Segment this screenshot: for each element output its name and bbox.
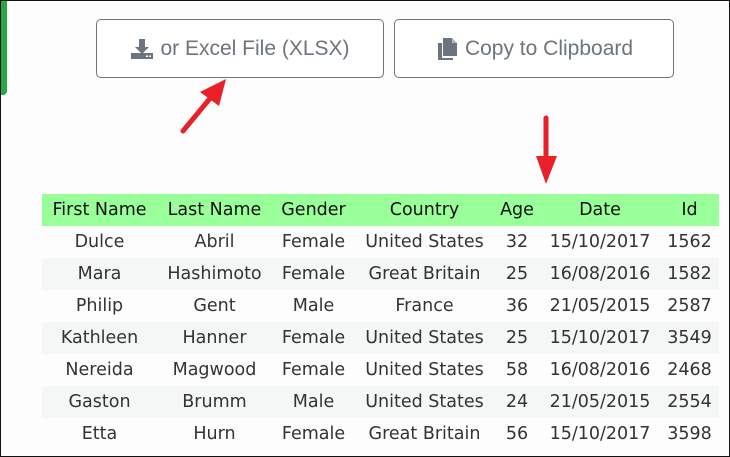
column-header[interactable]: Country <box>355 194 494 226</box>
column-header[interactable]: Last Name <box>157 194 272 226</box>
column-header[interactable]: Date <box>540 194 660 226</box>
table-row: Mara Hashimoto Female Great Britain 25 16/08/… <box>42 258 719 290</box>
table-cell: Brumm <box>157 386 272 418</box>
column-header[interactable]: Gender <box>272 194 355 226</box>
table-cell: Magwood <box>172 360 257 380</box>
table-cell: 2587 <box>667 296 712 316</box>
table-cell: Female <box>281 424 346 444</box>
table-cell: Gaston <box>42 386 157 418</box>
column-header[interactable]: Age <box>494 194 540 226</box>
table-cell: 2554 <box>660 386 719 418</box>
table-row: Philip Gent Male France 36 21/05/2015 2587 <box>42 290 719 322</box>
table-row: Etta Hurn Female Great Britain 56 15/10/2017 3… <box>42 418 719 450</box>
table-cell: Mara <box>42 258 157 290</box>
table-cell: Dulce <box>74 232 125 252</box>
table-cell: Abril <box>194 232 235 252</box>
table-cell: 58 <box>505 360 529 380</box>
table-cell: 3598 <box>667 424 712 444</box>
data-table: First Name Last Name Gender Country Age Date I… <box>42 194 719 450</box>
table-cell: 15/10/2017 <box>540 322 660 354</box>
table-cell: Male <box>272 386 355 418</box>
table-cell: Great Britain <box>355 258 494 290</box>
table-cell: 3549 <box>660 322 719 354</box>
table-cell: Great Britain <box>368 424 481 444</box>
table-cell: Kathleen <box>42 322 157 354</box>
table-row: Nereida Magwood Female United States 58 16/08… <box>42 354 719 386</box>
table-cell: 15/10/2017 <box>549 232 651 252</box>
table-cell: United States <box>365 360 484 380</box>
table-cell: Nereida <box>65 360 134 380</box>
table-cell: 16/08/2016 <box>540 258 660 290</box>
table-cell: United States <box>365 232 484 252</box>
table-cell: 36 <box>505 296 529 316</box>
table-cell: 1582 <box>660 258 719 290</box>
table-cell: 25 <box>494 322 540 354</box>
column-header[interactable]: Id <box>660 194 719 226</box>
table-row: Kathleen Hanner Female United States 25 15/10… <box>42 322 719 354</box>
table-cell: 16/08/2016 <box>549 360 651 380</box>
table-cell: Female <box>272 322 355 354</box>
table-cell: 56 <box>505 424 529 444</box>
table-cell: Hurn <box>193 424 236 444</box>
arrow-to-table <box>536 115 557 184</box>
table-cell: France <box>395 296 454 316</box>
table-cell: Hashimoto <box>157 258 272 290</box>
table-cell: Female <box>281 360 346 380</box>
table-cell: 24 <box>494 386 540 418</box>
table-row: Dulce Abril Female United States 32 15/10/201… <box>42 226 719 258</box>
table-cell: 32 <box>505 232 529 252</box>
table-cell: Female <box>272 258 355 290</box>
table-cell: Gent <box>193 296 236 316</box>
table-cell: Male <box>292 296 335 316</box>
table-cell: United States <box>355 386 494 418</box>
table-row: Gaston Brumm Male United States 24 21/05/2015… <box>42 386 719 418</box>
arrow-to-excel-button <box>180 79 226 134</box>
table-cell: United States <box>355 322 494 354</box>
table-cell: 21/05/2015 <box>549 296 651 316</box>
table-cell: 21/05/2015 <box>540 386 660 418</box>
table-cell: Philip <box>75 296 124 316</box>
table-cell: 1562 <box>667 232 712 252</box>
table-cell: Female <box>281 232 346 252</box>
table-cell: Hanner <box>157 322 272 354</box>
column-header[interactable]: First Name <box>42 194 157 226</box>
table-cell: 15/10/2017 <box>549 424 651 444</box>
table-cell: 2468 <box>667 360 712 380</box>
table-header-row: First Name Last Name Gender Country Age Date I… <box>42 194 719 226</box>
table-cell: 25 <box>494 258 540 290</box>
table-cell: Etta <box>81 424 118 444</box>
